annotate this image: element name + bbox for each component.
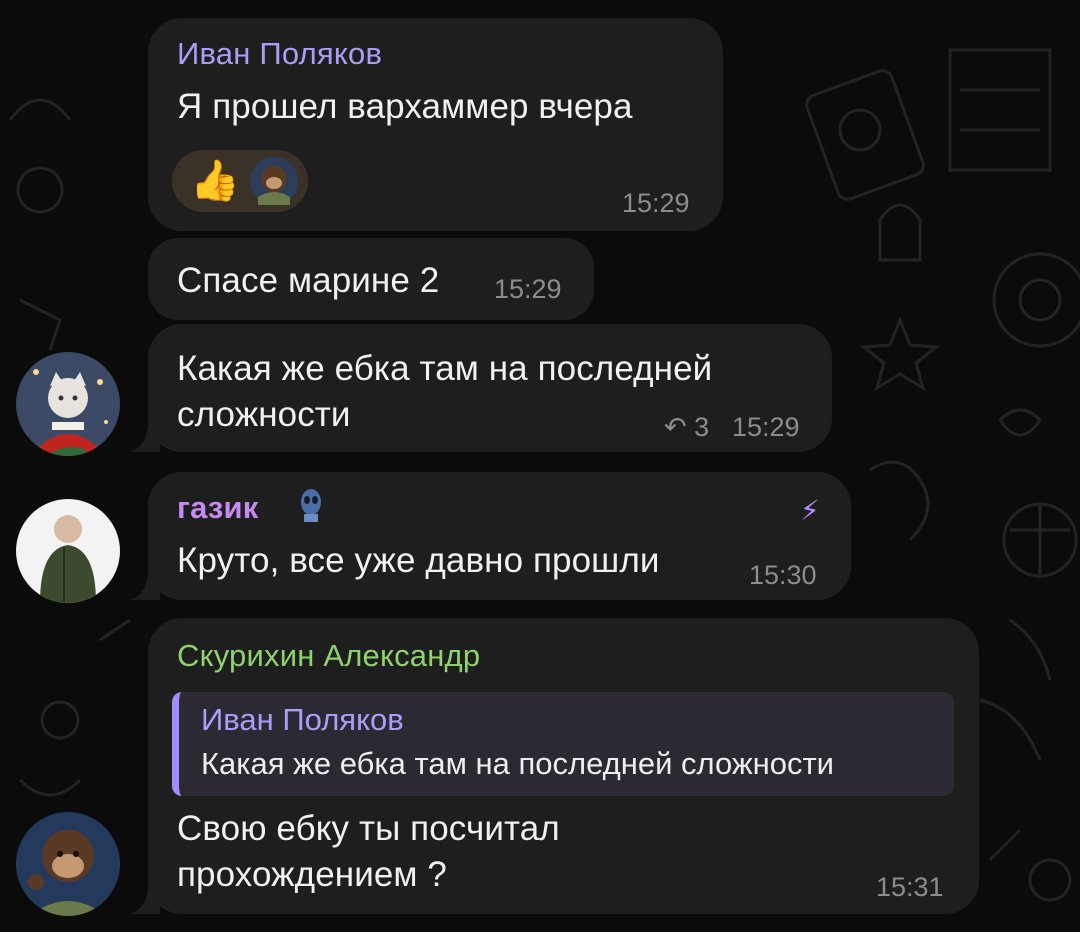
message-text: Спасе марине 2 [177,261,440,300]
sender-name[interactable]: газик [177,490,259,526]
message-time: 15:29 [732,412,800,442]
message-text: Круто, все уже давно прошли [177,541,660,580]
message-text-line-1: Какая же ебка там на последней [177,349,713,388]
message-text-line-2: сложности [177,395,351,434]
message-text: Я прошел вархаммер вчера [177,87,633,126]
message-time: 15:29 [494,274,562,304]
reply-count-value: 3 [694,412,710,442]
thumbs-up-icon: 👍 [190,159,240,203]
message-text-line-2: прохождением ? [177,855,447,894]
quote-sender: Иван Поляков [201,702,404,737]
avatar-astronaut-monkey[interactable] [16,812,120,916]
message-time: 15:31 [876,872,944,902]
bubble-tail [130,570,160,600]
sender-name[interactable]: Скурихин Александр [177,638,480,674]
reply-quote[interactable]: Иван Поляков Какая же ебка там на послед… [172,692,954,796]
reaction-pill[interactable]: 👍 [172,150,308,212]
message-time: 15:29 [622,188,690,218]
message-text-line-1: Свою ебку ты посчитал [177,809,560,848]
message-time: 15:30 [749,560,817,590]
sender-name[interactable]: Иван Поляков [177,36,382,72]
stitch-sticker-icon [301,489,321,522]
astronaut-monkey-avatar [250,157,298,205]
lightning-icon: ⚡ [800,495,820,526]
reply-arrow-icon: ↶ [664,412,687,442]
avatar-cat-santa[interactable] [16,352,120,456]
reply-count[interactable]: ↶ 3 [664,412,709,443]
quote-text: Какая же ебка там на последней сложности [201,746,835,781]
bubble-tail [130,422,160,452]
avatar-man-green-jacket[interactable] [16,499,120,603]
bubble-tail [130,884,160,914]
